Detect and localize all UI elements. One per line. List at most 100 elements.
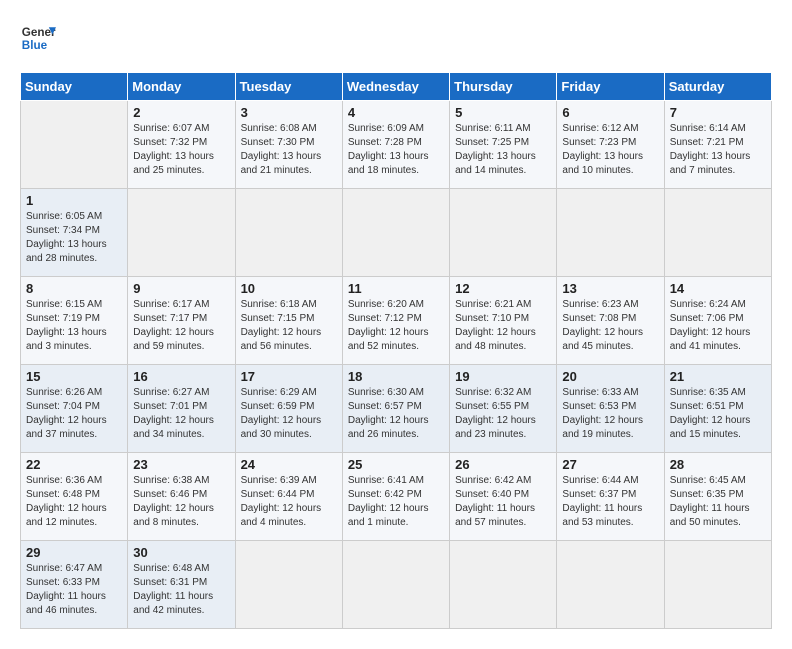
calendar-cell: 20 Sunrise: 6:33 AM Sunset: 6:53 PM Dayli…	[557, 365, 664, 453]
day-number: 16	[133, 369, 229, 384]
col-header-saturday: Saturday	[664, 73, 771, 101]
calendar-header-row: SundayMondayTuesdayWednesdayThursdayFrid…	[21, 73, 772, 101]
calendar-cell: 17 Sunrise: 6:29 AM Sunset: 6:59 PM Dayli…	[235, 365, 342, 453]
day-number: 26	[455, 457, 551, 472]
col-header-wednesday: Wednesday	[342, 73, 449, 101]
calendar-cell: 13 Sunrise: 6:23 AM Sunset: 7:08 PM Dayli…	[557, 277, 664, 365]
calendar-cell	[128, 189, 235, 277]
cell-detail: Sunrise: 6:12 AM Sunset: 7:23 PM Dayligh…	[562, 122, 658, 178]
calendar-cell: 21Sunrise: 6:35 AM Sunset: 6:51 PM Dayli…	[664, 365, 771, 453]
day-number: 19	[455, 369, 551, 384]
calendar-row: 1Sunrise: 6:05 AM Sunset: 7:34 PM Daylig…	[21, 189, 772, 277]
calendar-cell: 23Sunrise: 6:38 AM Sunset: 6:46 PM Dayli…	[128, 453, 235, 541]
calendar-cell: 24 Sunrise: 6:39 AM Sunset: 6:44 PM Dayli…	[235, 453, 342, 541]
col-header-tuesday: Tuesday	[235, 73, 342, 101]
col-header-friday: Friday	[557, 73, 664, 101]
cell-detail: Sunrise: 6:08 AM Sunset: 7:30 PM Dayligh…	[241, 122, 337, 178]
logo-icon: General Blue	[20, 20, 56, 56]
calendar-row: 8 Sunrise: 6:15 AM Sunset: 7:19 PM Daylig…	[21, 277, 772, 365]
cell-detail: Sunrise: 6:35 AM Sunset: 6:51 PM Dayligh…	[670, 386, 766, 442]
cell-detail: Sunrise: 6:15 AM Sunset: 7:19 PM Dayligh…	[26, 298, 122, 354]
day-number: 20	[562, 369, 658, 384]
calendar-cell	[450, 541, 557, 629]
calendar-row: 2Sunrise: 6:07 AM Sunset: 7:32 PM Daylig…	[21, 101, 772, 189]
calendar-cell: 25 Sunrise: 6:41 AM Sunset: 6:42 PM Dayli…	[342, 453, 449, 541]
calendar-cell	[557, 541, 664, 629]
calendar-cell: 15 Sunrise: 6:26 AM Sunset: 7:04 PM Dayli…	[21, 365, 128, 453]
day-number: 11	[348, 281, 444, 296]
calendar-cell	[664, 541, 771, 629]
calendar-cell: 16 Sunrise: 6:27 AM Sunset: 7:01 PM Dayli…	[128, 365, 235, 453]
day-number: 10	[241, 281, 337, 296]
calendar-cell: 2Sunrise: 6:07 AM Sunset: 7:32 PM Daylig…	[128, 101, 235, 189]
cell-detail: Sunrise: 6:18 AM Sunset: 7:15 PM Dayligh…	[241, 298, 337, 354]
cell-detail: Sunrise: 6:24 AM Sunset: 7:06 PM Dayligh…	[670, 298, 766, 354]
day-number: 30	[133, 545, 229, 560]
day-number: 3	[241, 105, 337, 120]
calendar-cell: 5 Sunrise: 6:11 AM Sunset: 7:25 PM Daylig…	[450, 101, 557, 189]
day-number: 9	[133, 281, 229, 296]
cell-detail: Sunrise: 6:27 AM Sunset: 7:01 PM Dayligh…	[133, 386, 229, 442]
day-number: 18	[348, 369, 444, 384]
cell-detail: Sunrise: 6:47 AM Sunset: 6:33 PM Dayligh…	[26, 562, 122, 618]
calendar-cell: 27 Sunrise: 6:44 AM Sunset: 6:37 PM Dayli…	[557, 453, 664, 541]
calendar-cell: 3 Sunrise: 6:08 AM Sunset: 7:30 PM Daylig…	[235, 101, 342, 189]
cell-detail: Sunrise: 6:26 AM Sunset: 7:04 PM Dayligh…	[26, 386, 122, 442]
cell-detail: Sunrise: 6:09 AM Sunset: 7:28 PM Dayligh…	[348, 122, 444, 178]
cell-detail: Sunrise: 6:33 AM Sunset: 6:53 PM Dayligh…	[562, 386, 658, 442]
cell-detail: Sunrise: 6:44 AM Sunset: 6:37 PM Dayligh…	[562, 474, 658, 530]
day-number: 25	[348, 457, 444, 472]
calendar-cell	[235, 189, 342, 277]
col-header-sunday: Sunday	[21, 73, 128, 101]
cell-detail: Sunrise: 6:42 AM Sunset: 6:40 PM Dayligh…	[455, 474, 551, 530]
day-number: 17	[241, 369, 337, 384]
day-number: 1	[26, 193, 122, 208]
day-number: 27	[562, 457, 658, 472]
calendar-cell: 8 Sunrise: 6:15 AM Sunset: 7:19 PM Daylig…	[21, 277, 128, 365]
calendar-cell: 29Sunrise: 6:47 AM Sunset: 6:33 PM Dayli…	[21, 541, 128, 629]
day-number: 24	[241, 457, 337, 472]
day-number: 14	[670, 281, 766, 296]
page-header: General Blue	[20, 20, 772, 56]
calendar-cell	[664, 189, 771, 277]
calendar-cell: 18 Sunrise: 6:30 AM Sunset: 6:57 PM Dayli…	[342, 365, 449, 453]
calendar-cell: 11 Sunrise: 6:20 AM Sunset: 7:12 PM Dayli…	[342, 277, 449, 365]
cell-detail: Sunrise: 6:21 AM Sunset: 7:10 PM Dayligh…	[455, 298, 551, 354]
cell-detail: Sunrise: 6:36 AM Sunset: 6:48 PM Dayligh…	[26, 474, 122, 530]
day-number: 23	[133, 457, 229, 472]
calendar-row: 15 Sunrise: 6:26 AM Sunset: 7:04 PM Dayli…	[21, 365, 772, 453]
day-number: 7	[670, 105, 766, 120]
day-number: 15	[26, 369, 122, 384]
calendar-cell	[342, 189, 449, 277]
cell-detail: Sunrise: 6:07 AM Sunset: 7:32 PM Dayligh…	[133, 122, 229, 178]
cell-detail: Sunrise: 6:14 AM Sunset: 7:21 PM Dayligh…	[670, 122, 766, 178]
calendar-cell: 30Sunrise: 6:48 AM Sunset: 6:31 PM Dayli…	[128, 541, 235, 629]
calendar-cell	[235, 541, 342, 629]
day-number: 8	[26, 281, 122, 296]
cell-detail: Sunrise: 6:30 AM Sunset: 6:57 PM Dayligh…	[348, 386, 444, 442]
col-header-thursday: Thursday	[450, 73, 557, 101]
calendar-cell: 28Sunrise: 6:45 AM Sunset: 6:35 PM Dayli…	[664, 453, 771, 541]
cell-detail: Sunrise: 6:23 AM Sunset: 7:08 PM Dayligh…	[562, 298, 658, 354]
calendar-table: SundayMondayTuesdayWednesdayThursdayFrid…	[20, 72, 772, 629]
calendar-cell: 19Sunrise: 6:32 AM Sunset: 6:55 PM Dayli…	[450, 365, 557, 453]
calendar-cell	[342, 541, 449, 629]
cell-detail: Sunrise: 6:39 AM Sunset: 6:44 PM Dayligh…	[241, 474, 337, 530]
day-number: 28	[670, 457, 766, 472]
cell-detail: Sunrise: 6:11 AM Sunset: 7:25 PM Dayligh…	[455, 122, 551, 178]
calendar-cell: 4 Sunrise: 6:09 AM Sunset: 7:28 PM Daylig…	[342, 101, 449, 189]
cell-detail: Sunrise: 6:29 AM Sunset: 6:59 PM Dayligh…	[241, 386, 337, 442]
cell-detail: Sunrise: 6:41 AM Sunset: 6:42 PM Dayligh…	[348, 474, 444, 530]
calendar-row: 22Sunrise: 6:36 AM Sunset: 6:48 PM Dayli…	[21, 453, 772, 541]
day-number: 5	[455, 105, 551, 120]
calendar-cell: 12 Sunrise: 6:21 AM Sunset: 7:10 PM Dayli…	[450, 277, 557, 365]
calendar-cell: 9Sunrise: 6:17 AM Sunset: 7:17 PM Daylig…	[128, 277, 235, 365]
day-number: 12	[455, 281, 551, 296]
day-number: 13	[562, 281, 658, 296]
day-number: 4	[348, 105, 444, 120]
calendar-cell: 6Sunrise: 6:12 AM Sunset: 7:23 PM Daylig…	[557, 101, 664, 189]
calendar-cell: 22Sunrise: 6:36 AM Sunset: 6:48 PM Dayli…	[21, 453, 128, 541]
calendar-row: 29Sunrise: 6:47 AM Sunset: 6:33 PM Dayli…	[21, 541, 772, 629]
cell-detail: Sunrise: 6:20 AM Sunset: 7:12 PM Dayligh…	[348, 298, 444, 354]
logo: General Blue	[20, 20, 56, 56]
